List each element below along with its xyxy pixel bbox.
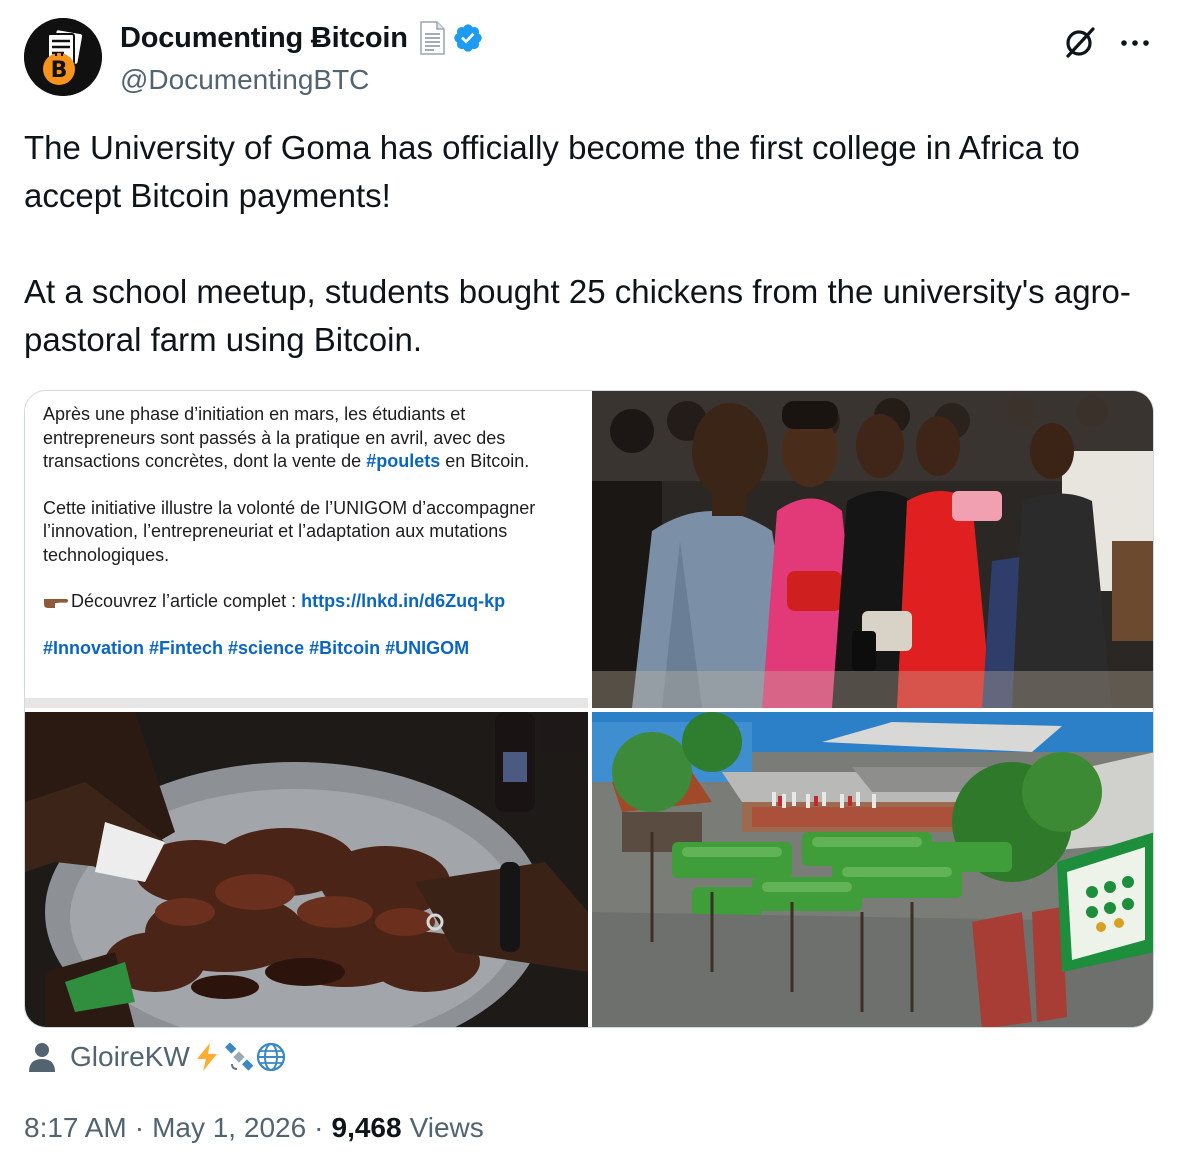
post-screenshot-cta: Découvrez l’article complet : https://ln…	[43, 590, 573, 614]
more-icon[interactable]	[1118, 28, 1152, 58]
tweet-text: The University of Goma has officially be…	[24, 124, 1158, 364]
page-facing-up-emoji-icon	[420, 21, 445, 55]
university-farm-photo[interactable]	[592, 712, 1153, 1027]
roasted-chicken-platter-art	[25, 712, 588, 1027]
post-screenshot-text: Après une phase d’initiation en mars, le…	[43, 403, 573, 660]
author-display-name[interactable]: Documenting Ƀitcoin	[120, 22, 408, 55]
university-farm-art	[592, 712, 1153, 1027]
verified-badge-icon[interactable]	[452, 22, 484, 54]
media-grid: Après une phase d’initiation en mars, le…	[24, 390, 1154, 1028]
satellite-icon	[224, 1042, 254, 1071]
post-screenshot-image[interactable]: Après une phase d’initiation en mars, le…	[25, 391, 588, 708]
post-screenshot-paragraph-1: Après une phase d’initiation en mars, le…	[43, 403, 573, 474]
screenshot-bottom-edge	[25, 698, 588, 708]
views-label: Views	[409, 1112, 484, 1143]
post-screenshot-paragraph-2: Cette initiative illustre la volonté de …	[43, 497, 536, 565]
tagged-user-name: GloireKW	[70, 1041, 190, 1072]
roasted-chicken-platter-photo[interactable]	[25, 712, 588, 1027]
separator-dot: ·	[314, 1112, 324, 1143]
students-seated-photo-art	[592, 391, 1153, 708]
svg-text:B: B	[51, 58, 68, 83]
tagged-user-row[interactable]: GloireKW	[28, 1041, 286, 1073]
cta-text: Découvrez l’article complet :	[71, 591, 302, 611]
tweet-header: B Documenting Ƀitcoin @DocumentingBTC	[24, 18, 1158, 98]
bitcoin-documents-logo-icon: B	[24, 18, 102, 96]
hashtag-poulets: #poulets	[366, 451, 441, 471]
high-voltage-icon	[196, 1043, 217, 1071]
post-text: en Bitcoin.	[440, 451, 530, 471]
tweet-time[interactable]: 8:17 AM	[24, 1112, 127, 1144]
pointing-hand-icon	[44, 599, 68, 608]
person-icon	[29, 1043, 55, 1072]
tweet-meta-row: 8:17 AM · May 1, 2026 · 9,468 Views	[24, 1112, 484, 1144]
tweet-paragraph-1: The University of Goma has officially be…	[24, 129, 1080, 214]
author-avatar[interactable]: B	[24, 18, 102, 96]
tweet-date[interactable]: May 1, 2026	[152, 1112, 306, 1144]
grok-icon[interactable]	[1062, 24, 1098, 60]
separator-dot: ·	[134, 1112, 145, 1143]
author-handle[interactable]: @DocumentingBTC	[120, 64, 369, 96]
tweet-paragraph-2: At a school meetup, students bought 25 c…	[24, 273, 1131, 358]
article-link: https://lnkd.in/d6Zuq-kp	[301, 591, 506, 611]
students-seated-photo[interactable]	[592, 391, 1153, 708]
author-name-row: Documenting Ƀitcoin	[120, 21, 484, 55]
post-screenshot-hashtags: #Innovation #Fintech #science #Bitcoin #…	[43, 637, 470, 658]
views-count: 9,468	[331, 1112, 402, 1143]
globe-icon	[256, 1042, 285, 1072]
